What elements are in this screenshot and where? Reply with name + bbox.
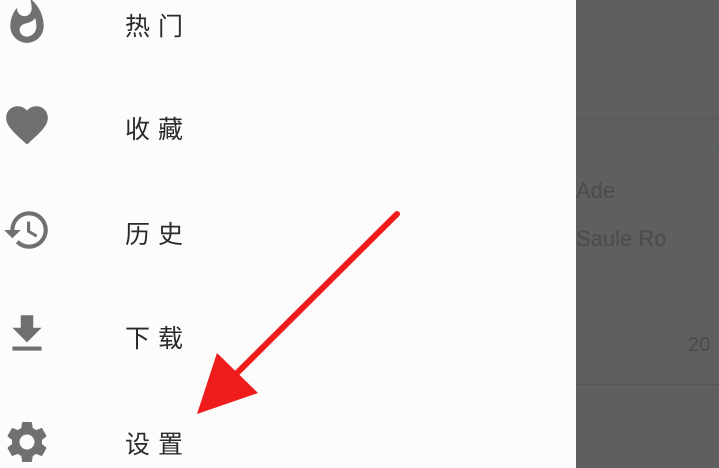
screen: 热门 收藏 历史 下载 设置 Ade Saule Ro 20	[0, 0, 719, 468]
background-text: 20	[688, 334, 711, 356]
drawer-item-history[interactable]: 历史	[0, 180, 576, 280]
drawer-item-downloads[interactable]: 下载	[0, 284, 576, 384]
drawer-item-downloads-label: 下载	[125, 324, 192, 353]
navigation-drawer: 热门 收藏 历史 下载 设置	[0, 0, 576, 468]
drawer-item-favorites[interactable]: 收藏	[0, 75, 576, 175]
download-icon	[12, 315, 42, 351]
drawer-item-hot-label: 热门	[125, 12, 192, 41]
history-icon	[4, 211, 48, 249]
divider	[576, 384, 719, 385]
heart-icon	[6, 106, 48, 145]
gear-icon	[7, 422, 47, 462]
drawer-item-settings[interactable]: 设置	[0, 390, 576, 468]
flame-icon	[10, 0, 44, 43]
background-text: Ade	[576, 178, 616, 203]
drawer-item-favorites-label: 收藏	[125, 115, 192, 144]
drawer-item-history-label: 历史	[125, 220, 192, 249]
divider	[576, 146, 719, 148]
drawer-scrim[interactable]: Ade Saule Ro 20	[576, 0, 719, 468]
background-text: Saule Ro	[576, 226, 667, 251]
drawer-item-hot[interactable]: 热门	[0, 0, 576, 72]
divider	[576, 118, 719, 119]
drawer-item-settings-label: 设置	[125, 430, 192, 459]
